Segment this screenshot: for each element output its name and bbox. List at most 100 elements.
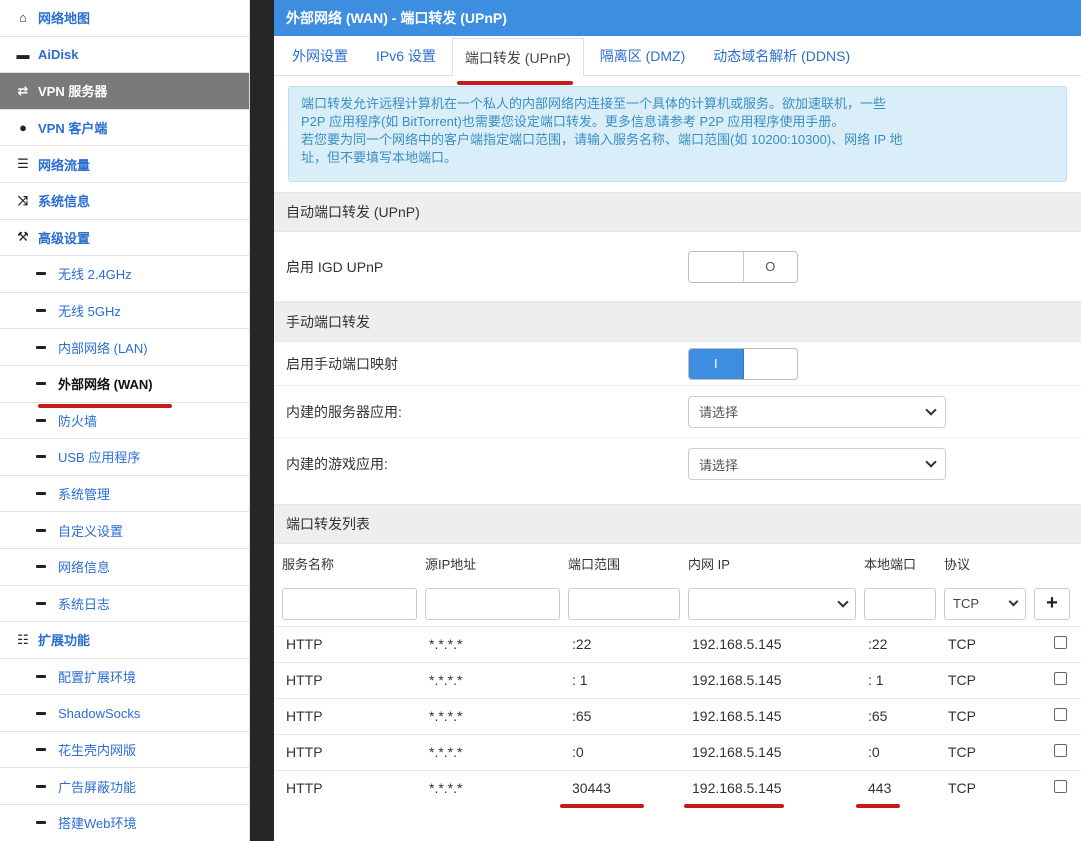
sidebar-item-vpn-server[interactable]: ⇄ VPN 服务器 — [0, 73, 249, 110]
local-port-input[interactable] — [864, 587, 936, 620]
cell-src-ip: *.*.*.* — [417, 661, 560, 698]
game-app-select[interactable]: 请选择 — [688, 448, 946, 480]
select-value: 请选择 — [699, 405, 739, 420]
sidebar-gutter — [250, 0, 274, 841]
cell-protocol: TCP — [936, 697, 1026, 734]
cell-protocol: TCP — [936, 769, 1026, 806]
tab-dmz[interactable]: 隔离区 (DMZ) — [588, 37, 698, 75]
toggle-on-segment — [689, 251, 744, 282]
service-name-input[interactable] — [282, 587, 417, 620]
manual-enable-label: 启用手动端口映射 — [286, 355, 398, 372]
cell-port-range: 30443 — [560, 769, 680, 808]
col-header-port-range: 端口范围 — [568, 556, 621, 572]
server-app-row: 内建的服务器应用: 请选择 — [274, 386, 1081, 438]
igd-upnp-toggle[interactable]: O — [688, 250, 798, 283]
sidebar-item-wireless-5[interactable]: 无线 5GHz — [0, 293, 249, 330]
sidebar-item-advanced[interactable]: ⚒ 高级设置 — [0, 220, 249, 257]
sidebar-item-custom[interactable]: 自定义设置 — [0, 512, 249, 549]
sidebar-item-network-map[interactable]: ⌂ 网络地图 — [0, 0, 249, 37]
disk-icon: ▬ — [16, 46, 30, 62]
select-value: 请选择 — [699, 457, 739, 473]
port-forward-table: 服务名称 源IP地址 端口范围 内网 IP 本地端口 协议 TCP + HTTP… — [274, 544, 1081, 808]
server-app-select[interactable]: 请选择 — [688, 395, 946, 428]
grid-icon: ☷ — [17, 631, 29, 647]
row-checkbox[interactable] — [1054, 672, 1067, 685]
manual-enable-row: 启用手动端口映射 I — [274, 342, 1081, 386]
table-row: HTTP *.*.*.* :0 192.168.5.145 :0 TCP — [274, 733, 1081, 770]
sidebar-item-usb[interactable]: USB 应用程序 — [0, 439, 249, 476]
dash-icon — [36, 455, 46, 459]
cell-lan-ip: 192.168.5.145 — [680, 733, 856, 770]
sidebar-item-netinfo[interactable]: 网络信息 — [0, 549, 249, 586]
sidebar-item-wan[interactable]: 外部网络 (WAN) — [0, 366, 249, 408]
sidebar-item-label: 花生壳内网版 — [58, 743, 137, 759]
sidebar-item-aidisk[interactable]: ▬ AiDisk — [0, 37, 249, 74]
cell-service: HTTP — [274, 661, 417, 698]
cell-src-ip: *.*.*.* — [417, 769, 560, 806]
tab-ipv6[interactable]: IPv6 设置 — [364, 37, 448, 75]
protocol-select[interactable]: TCP — [944, 587, 1026, 620]
cell-lan-ip: 192.168.5.145 — [680, 697, 856, 734]
cell-src-ip: *.*.*.* — [417, 697, 560, 734]
info-text: P2P 应用程序(如 BitTorrent)也需要您设定端口转发。更多信息请参考… — [301, 114, 845, 129]
sidebar-item-label: AiDisk — [38, 46, 79, 62]
sidebar-item-web[interactable]: 搭建Web环境 — [0, 805, 249, 841]
col-header-src-ip: 源IP地址 — [425, 556, 477, 572]
sidebar-item-admin[interactable]: 系统管理 — [0, 476, 249, 513]
table-row: HTTP *.*.*.* :22 192.168.5.145 :22 TCP — [274, 625, 1081, 662]
col-header-lan-ip: 内网 IP — [688, 556, 730, 572]
sidebar-item-phddns[interactable]: 花生壳内网版 — [0, 732, 249, 769]
sidebar-item-ext-env[interactable]: 配置扩展环境 — [0, 659, 249, 696]
sidebar-item-system-info[interactable]: ⤨ 系统信息 — [0, 183, 249, 220]
local-port-value: 443 — [868, 780, 892, 797]
lan-ip-select[interactable] — [688, 587, 856, 620]
tab-bar: 外网设置 IPv6 设置 端口转发 (UPnP) 隔离区 (DMZ) 动态域名解… — [274, 36, 1081, 85]
sidebar-item-label: 系统管理 — [58, 487, 111, 503]
table-row: HTTP *.*.*.* :65 192.168.5.145 :65 TCP — [274, 697, 1081, 734]
sidebar-item-traffic[interactable]: ☰ 网络流量 — [0, 146, 249, 183]
sidebar-item-label: 网络地图 — [38, 11, 91, 27]
chevron-down-icon — [1008, 596, 1019, 607]
dash-icon — [36, 528, 46, 532]
sidebar-item-firewall[interactable]: 防火墙 — [0, 403, 249, 440]
chevron-down-icon — [837, 596, 849, 608]
game-app-label: 内建的游戏应用: — [286, 456, 388, 472]
chevron-down-icon — [925, 403, 937, 416]
sidebar-item-adblock[interactable]: 广告屏蔽功能 — [0, 768, 249, 806]
sidebar-item-vpn-client[interactable]: ● VPN 客户端 — [0, 110, 249, 147]
shuffle-icon: ⤨ — [17, 192, 29, 208]
row-checkbox[interactable] — [1054, 636, 1067, 649]
tab-port-forward[interactable]: 端口转发 (UPnP) — [451, 38, 584, 85]
dash-icon — [36, 382, 46, 386]
igd-upnp-label: 启用 IGD UPnP — [286, 258, 384, 275]
sidebar-item-label: 搭建Web环境 — [58, 816, 137, 832]
toggle-on-segment: I — [689, 348, 744, 379]
dash-icon — [36, 784, 46, 788]
add-rule-button[interactable]: + — [1034, 587, 1070, 620]
sidebar-item-syslog[interactable]: 系统日志 — [0, 586, 249, 623]
sidebar: ⌂ 网络地图 ▬ AiDisk ⇄ VPN 服务器 ● VPN 客户端 ☰ 网络… — [0, 0, 250, 841]
cell-local-port: 443 — [856, 769, 936, 808]
table-row: HTTP *.*.*.* : 1 192.168.5.145 : 1 TCP — [274, 661, 1081, 698]
tab-ddns[interactable]: 动态域名解析 (DDNS) — [701, 37, 862, 75]
tab-wan-settings[interactable]: 外网设置 — [280, 37, 360, 75]
table-input-row: TCP + — [274, 582, 1081, 626]
dash-icon — [36, 492, 46, 496]
sidebar-item-label: 高级设置 — [38, 230, 91, 246]
manual-enable-toggle[interactable]: I — [688, 347, 798, 380]
src-ip-input[interactable] — [425, 587, 560, 620]
row-checkbox[interactable] — [1054, 780, 1067, 794]
lan-ip-value: 192.168.5.145 — [692, 780, 782, 797]
cell-src-ip: *.*.*.* — [417, 733, 560, 770]
main-panel: 外部网络 (WAN) - 端口转发 (UPnP) 外网设置 IPv6 设置 端口… — [274, 0, 1081, 841]
port-range-input[interactable] — [568, 587, 680, 620]
sidebar-item-lan[interactable]: 内部网络 (LAN) — [0, 329, 249, 366]
sidebar-item-wireless-24[interactable]: 无线 2.4GHz — [0, 256, 249, 293]
home-icon: ⌂ — [19, 10, 27, 26]
sidebar-item-shadowsocks[interactable]: ShadowSocks — [0, 695, 249, 732]
row-checkbox[interactable] — [1054, 744, 1067, 757]
row-checkbox[interactable] — [1054, 708, 1067, 721]
sidebar-item-extensions[interactable]: ☷ 扩展功能 — [0, 622, 249, 659]
toggle-off-segment: O — [743, 251, 797, 282]
highlight-underline — [560, 804, 644, 808]
